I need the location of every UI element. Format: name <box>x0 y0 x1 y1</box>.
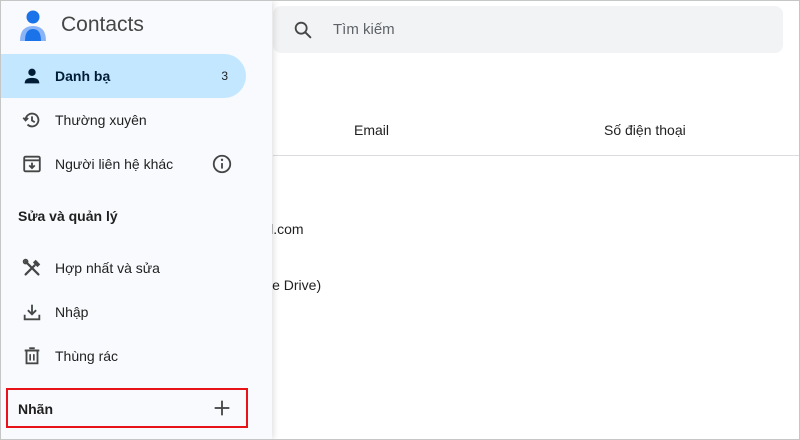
sidebar-item-label: Thường xuyên <box>55 112 147 128</box>
column-header-email[interactable]: Email <box>354 122 389 138</box>
archive-download-icon <box>23 155 41 173</box>
app-title: Contacts <box>61 13 144 36</box>
header-divider <box>273 155 799 156</box>
search-input[interactable] <box>333 15 753 43</box>
trash-icon <box>24 347 40 365</box>
sidebar-item-contacts[interactable]: Danh bạ 3 <box>1 54 246 98</box>
sidebar-item-label: Danh bạ <box>55 68 111 84</box>
plus-icon[interactable] <box>211 397 233 419</box>
column-header-phone[interactable]: Số điện thoại <box>604 122 686 138</box>
sidebar: Contacts Danh bạ 3 Thường xuyên Người li… <box>1 1 272 439</box>
history-icon <box>22 112 40 128</box>
tools-icon <box>22 258 41 276</box>
sidebar-item-label: Thùng rác <box>55 348 119 364</box>
contacts-logo-icon <box>20 10 46 41</box>
contacts-count-badge: 3 <box>221 69 228 83</box>
section-title-manage: Sửa và quản lý <box>18 208 118 224</box>
info-icon[interactable] <box>211 153 233 175</box>
sidebar-item-other-contacts[interactable]: Người liên hệ khác <box>1 142 246 186</box>
download-icon <box>23 304 41 321</box>
sidebar-item-trash[interactable]: Thùng rác <box>1 334 246 378</box>
labels-title: Nhãn <box>18 401 53 417</box>
table-row-text-fragment[interactable]: le Drive) <box>269 277 321 293</box>
sidebar-item-import[interactable]: Nhập <box>1 290 246 334</box>
sidebar-item-label: Nhập <box>55 304 89 320</box>
table-row-email-fragment[interactable]: il.com <box>267 221 304 237</box>
search-bar[interactable] <box>273 6 783 53</box>
labels-section: Nhãn <box>6 388 248 428</box>
sidebar-item-label: Người liên hệ khác <box>55 156 174 172</box>
sidebar-item-label: Hợp nhất và sửa <box>55 260 160 276</box>
sidebar-item-frequent[interactable]: Thường xuyên <box>1 98 246 142</box>
sidebar-item-merge-fix[interactable]: Hợp nhất và sửa <box>1 246 246 290</box>
search-icon[interactable] <box>292 19 314 41</box>
person-icon <box>24 68 40 84</box>
contacts-window: Email Số điện thoại il.com le Drive) Con… <box>0 0 800 440</box>
